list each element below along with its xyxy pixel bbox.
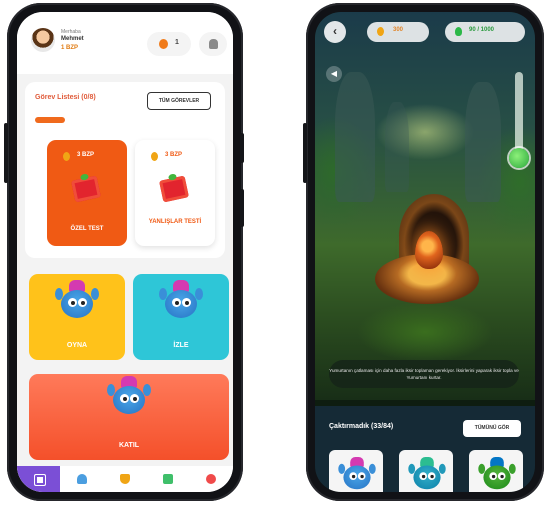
volume-button [4, 123, 8, 183]
volume-button [303, 123, 307, 183]
potion-flask-icon [509, 148, 529, 168]
creatures-panel: Çaktırmadık (33/84) TÜMÜNÜ GÖR [315, 406, 535, 492]
fire-icon [159, 39, 168, 49]
nav-record[interactable] [189, 466, 232, 492]
creature-card[interactable] [399, 450, 453, 492]
task-reward: 3 BZP [77, 152, 95, 158]
play-label: OYNA [66, 342, 88, 349]
wrong-answers-test-tile[interactable]: 3 BZP YANLIŞLAR TESTİ [135, 140, 215, 246]
watch-label: İZLE [173, 342, 189, 349]
nav-home[interactable] [17, 466, 60, 492]
bell-icon [209, 39, 218, 49]
dragon-egg[interactable] [415, 231, 443, 269]
coin-icon [377, 27, 384, 36]
left-phone-frame: Merhaba Mehmet 1 BZP 1 Görev Listesi (0/… [4, 3, 244, 501]
join-tile[interactable]: KATIL [29, 374, 229, 460]
coin-value: 300 [393, 27, 404, 33]
book-icon [163, 474, 173, 484]
creature-image [338, 455, 376, 492]
potion-meter [515, 72, 523, 154]
watch-tile[interactable]: İZLE [133, 274, 229, 360]
power-button [240, 133, 244, 163]
potion-value: 90 / 1000 [469, 27, 495, 33]
see-all-creatures-button[interactable]: TÜMÜNÜ GÖR [463, 420, 521, 437]
special-test-tile[interactable]: 3 BZP ÖZEL TEST [47, 140, 127, 246]
potion-counter: 90 / 1000 [445, 22, 525, 42]
grid-icon [34, 474, 46, 486]
right-phone-frame: ‹ 300 90 / 1000 ◀ Yumurtanın çatlaması i… [303, 3, 544, 501]
egg-screen: ‹ 300 90 / 1000 ◀ Yumurtanın çatlaması i… [315, 12, 535, 492]
creature-card[interactable] [469, 450, 523, 492]
task-reward: 3 BZP [165, 152, 183, 158]
mascot-image [107, 374, 151, 418]
play-tile[interactable]: OYNA [29, 274, 125, 360]
task-progress-bar [35, 117, 65, 123]
streak-value: 1 [175, 39, 179, 46]
coin-icon [151, 152, 158, 161]
nav-cup[interactable] [103, 466, 146, 492]
nav-book[interactable] [146, 466, 189, 492]
back-button[interactable]: ‹ [324, 21, 346, 43]
info-message: Yumurtanın çatlaması için daha fazla iks… [329, 360, 519, 388]
coin-counter: 300 [367, 22, 429, 42]
user-coin-balance: 1 BZP [61, 45, 79, 51]
bottom-nav [17, 466, 233, 492]
home-screen: Merhaba Mehmet 1 BZP 1 Görev Listesi (0/… [17, 12, 233, 492]
user-name: Mehmet [61, 36, 84, 42]
creature-image [478, 455, 516, 492]
task-list-title: Görev Listesi (0/8) [35, 94, 96, 101]
join-label: KATIL [118, 442, 140, 449]
avatar[interactable] [31, 28, 55, 52]
speaker-icon[interactable]: ◀ [326, 66, 342, 82]
creature-card[interactable] [329, 450, 383, 492]
notifications-button[interactable] [199, 32, 227, 56]
potion-icon [455, 27, 462, 36]
record-icon [206, 474, 216, 484]
all-tasks-button[interactable]: TÜM GÖREVLER [147, 92, 211, 110]
greeting-text: Merhaba [61, 29, 81, 35]
task-label: ÖZEL TEST [70, 226, 104, 232]
task-list-card: Görev Listesi (0/8) TÜM GÖREVLER 3 BZP Ö… [25, 82, 225, 258]
mascot-image [55, 278, 99, 322]
nav-trophy[interactable] [60, 466, 103, 492]
cup-icon [120, 474, 130, 484]
side-button [240, 189, 244, 227]
creature-image [408, 455, 446, 492]
creatures-title: Çaktırmadık (33/84) [329, 423, 394, 430]
streak-pill[interactable]: 1 [147, 32, 191, 56]
top-bar: Merhaba Mehmet 1 BZP 1 [17, 12, 233, 74]
gift-icon [70, 175, 102, 203]
mascot-image [159, 278, 203, 322]
coin-icon [63, 152, 70, 161]
task-label: YANLIŞLAR TESTİ [148, 219, 202, 225]
gift-icon [158, 175, 190, 203]
trophy-icon [77, 474, 87, 484]
